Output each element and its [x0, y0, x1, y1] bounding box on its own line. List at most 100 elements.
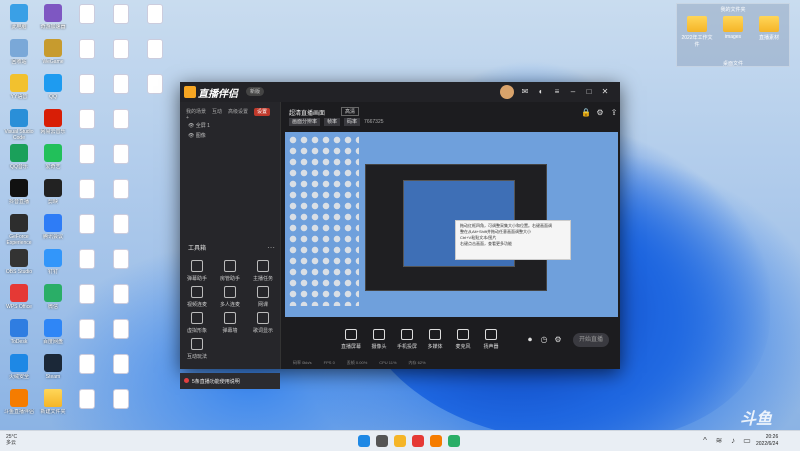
- gear-icon[interactable]: ⚙: [553, 335, 563, 345]
- desktop-icon[interactable]: ToDesk: [2, 319, 36, 351]
- file-explorer-icon[interactable]: [394, 435, 406, 447]
- document-icon[interactable]: [70, 39, 104, 61]
- document-icon[interactable]: [70, 179, 104, 201]
- tool-button[interactable]: 歌词显示: [248, 312, 278, 334]
- document-icon[interactable]: [70, 214, 104, 236]
- tag-resolution[interactable]: 画面分辨率: [289, 118, 321, 126]
- record-icon[interactable]: ⏺: [525, 335, 535, 345]
- source-button[interactable]: 手机投屏: [393, 329, 421, 350]
- start-live-button[interactable]: 开始直播: [573, 333, 609, 347]
- desktop-icon[interactable]: QQ音乐: [2, 144, 36, 176]
- douyu-companion-icon[interactable]: [430, 435, 442, 447]
- document-icon[interactable]: [70, 4, 104, 26]
- source-button[interactable]: 扬声器: [477, 329, 505, 350]
- folder-item[interactable]: images: [715, 16, 751, 40]
- desktop-icon[interactable]: Visual Studio Code: [2, 109, 36, 141]
- document-icon[interactable]: [70, 109, 104, 131]
- tool-button[interactable]: 互动玩法: [182, 338, 212, 360]
- document-icon[interactable]: [138, 74, 172, 96]
- desktop-icon[interactable]: WPS Office: [2, 284, 36, 316]
- document-icon[interactable]: [70, 74, 104, 96]
- lock-icon[interactable]: 🔒: [581, 108, 591, 118]
- preview-canvas[interactable]: 拖动红框四角，可调整采集大小和位置。右键画面调 整在从Alt+Shift并拖动任…: [285, 132, 618, 317]
- document-icon[interactable]: [70, 389, 104, 411]
- tool-button[interactable]: 视频连麦: [182, 286, 212, 308]
- document-icon[interactable]: [104, 39, 138, 61]
- tool-button[interactable]: 主播任务: [248, 260, 278, 282]
- document-icon[interactable]: [104, 109, 138, 131]
- clock[interactable]: 20:26 2022/6/24: [756, 434, 778, 448]
- folder-item[interactable]: 直播素材: [751, 16, 787, 41]
- scene-badge[interactable]: 高清: [341, 107, 360, 116]
- desktop-icon[interactable]: OBS Studio: [2, 249, 36, 281]
- document-icon[interactable]: [104, 214, 138, 236]
- search-icon[interactable]: [376, 435, 388, 447]
- wifi-icon[interactable]: ≋: [714, 436, 724, 446]
- document-icon[interactable]: [104, 249, 138, 271]
- desktop-icon[interactable]: YY语音: [2, 74, 36, 106]
- desktop-icon[interactable]: Steam: [36, 354, 70, 386]
- weather-widget[interactable]: 25°C 多云: [6, 434, 17, 446]
- desktop-icon[interactable]: 腾讯会议: [36, 214, 70, 246]
- close-button[interactable]: ✕: [600, 87, 610, 97]
- tab-scenes[interactable]: 我的场景: [186, 109, 206, 115]
- source-button[interactable]: 多媒体: [421, 329, 449, 350]
- desktop-icon[interactable]: WeGame: [36, 39, 70, 71]
- maximize-button[interactable]: □: [584, 87, 594, 97]
- tool-button[interactable]: 弹幕墙: [215, 312, 245, 334]
- tab-advanced[interactable]: 高级设置: [228, 109, 248, 115]
- add-tab-icon[interactable]: +: [186, 115, 189, 121]
- skin-icon[interactable]: ◐: [536, 87, 546, 97]
- windows-start-icon[interactable]: [358, 435, 370, 447]
- desktop-icon[interactable]: 抖音直播: [2, 179, 36, 211]
- document-icon[interactable]: [70, 249, 104, 271]
- document-icon[interactable]: [104, 144, 138, 166]
- tab-interact[interactable]: 互动: [212, 109, 222, 115]
- desktop-icon[interactable]: 爱奇艺: [36, 144, 70, 176]
- speaker-icon[interactable]: ♪: [728, 436, 738, 446]
- desktop-icon[interactable]: QQ: [36, 74, 70, 106]
- document-icon[interactable]: [104, 74, 138, 96]
- folder-group[interactable]: 我的文件夹 2022年工作文件 images 直播素材 桌面文件: [676, 3, 790, 67]
- document-icon[interactable]: [104, 179, 138, 201]
- document-icon[interactable]: [104, 4, 138, 26]
- tool-button[interactable]: 房管助手: [215, 260, 245, 282]
- share-icon[interactable]: ⇪: [609, 108, 619, 118]
- menu-icon[interactable]: ≡: [552, 87, 562, 97]
- scene-row-1[interactable]: 👁 全屏 1: [188, 122, 210, 129]
- desktop-icon[interactable]: 剪映: [36, 179, 70, 211]
- more-icon[interactable]: ⋯: [266, 243, 276, 253]
- document-icon[interactable]: [138, 39, 172, 61]
- tool-button[interactable]: 弹幕助手: [182, 260, 212, 282]
- desktop-icon[interactable]: 回收站: [2, 39, 36, 71]
- title-bar[interactable]: 直播伴侣 新版 ✉ ◐ ≡ – □ ✕: [180, 82, 620, 102]
- source-button[interactable]: 直播屏幕: [337, 329, 365, 350]
- version-badge[interactable]: 新版: [246, 87, 265, 96]
- desktop-icon[interactable]: 新建文件夹: [36, 389, 70, 421]
- document-icon[interactable]: [70, 354, 104, 376]
- document-icon[interactable]: [70, 144, 104, 166]
- tag-fps[interactable]: 帧率: [324, 118, 341, 126]
- tool-button[interactable]: 多人连麦: [215, 286, 245, 308]
- tag-bitrate[interactable]: 码率: [344, 118, 361, 126]
- desktop-icon[interactable]: 微信: [36, 284, 70, 316]
- desktop-icon[interactable]: 斗鱼直播伴侣: [2, 389, 36, 421]
- desktop-icon[interactable]: 钉钉: [36, 249, 70, 281]
- document-icon[interactable]: [138, 4, 172, 26]
- settings-icon[interactable]: ⚙: [595, 108, 605, 118]
- desktop-icon[interactable]: 此电脑: [2, 4, 36, 36]
- wechat-icon[interactable]: [448, 435, 460, 447]
- document-icon[interactable]: [104, 389, 138, 411]
- avatar[interactable]: [500, 85, 514, 99]
- source-button[interactable]: 麦克风: [449, 329, 477, 350]
- tab-settings[interactable]: 设置: [254, 108, 271, 116]
- document-icon[interactable]: [70, 284, 104, 306]
- folder-item[interactable]: 2022年工作文件: [679, 16, 715, 48]
- document-icon[interactable]: [104, 319, 138, 341]
- minimize-button[interactable]: –: [568, 87, 578, 97]
- timer-icon[interactable]: ◷: [539, 335, 549, 345]
- tool-button[interactable]: 虚拟形象: [182, 312, 212, 334]
- battery-icon[interactable]: ▭: [742, 436, 752, 446]
- desktop-icon[interactable]: 奇游加速器: [36, 4, 70, 36]
- desktop-icon[interactable]: 百度网盘: [36, 319, 70, 351]
